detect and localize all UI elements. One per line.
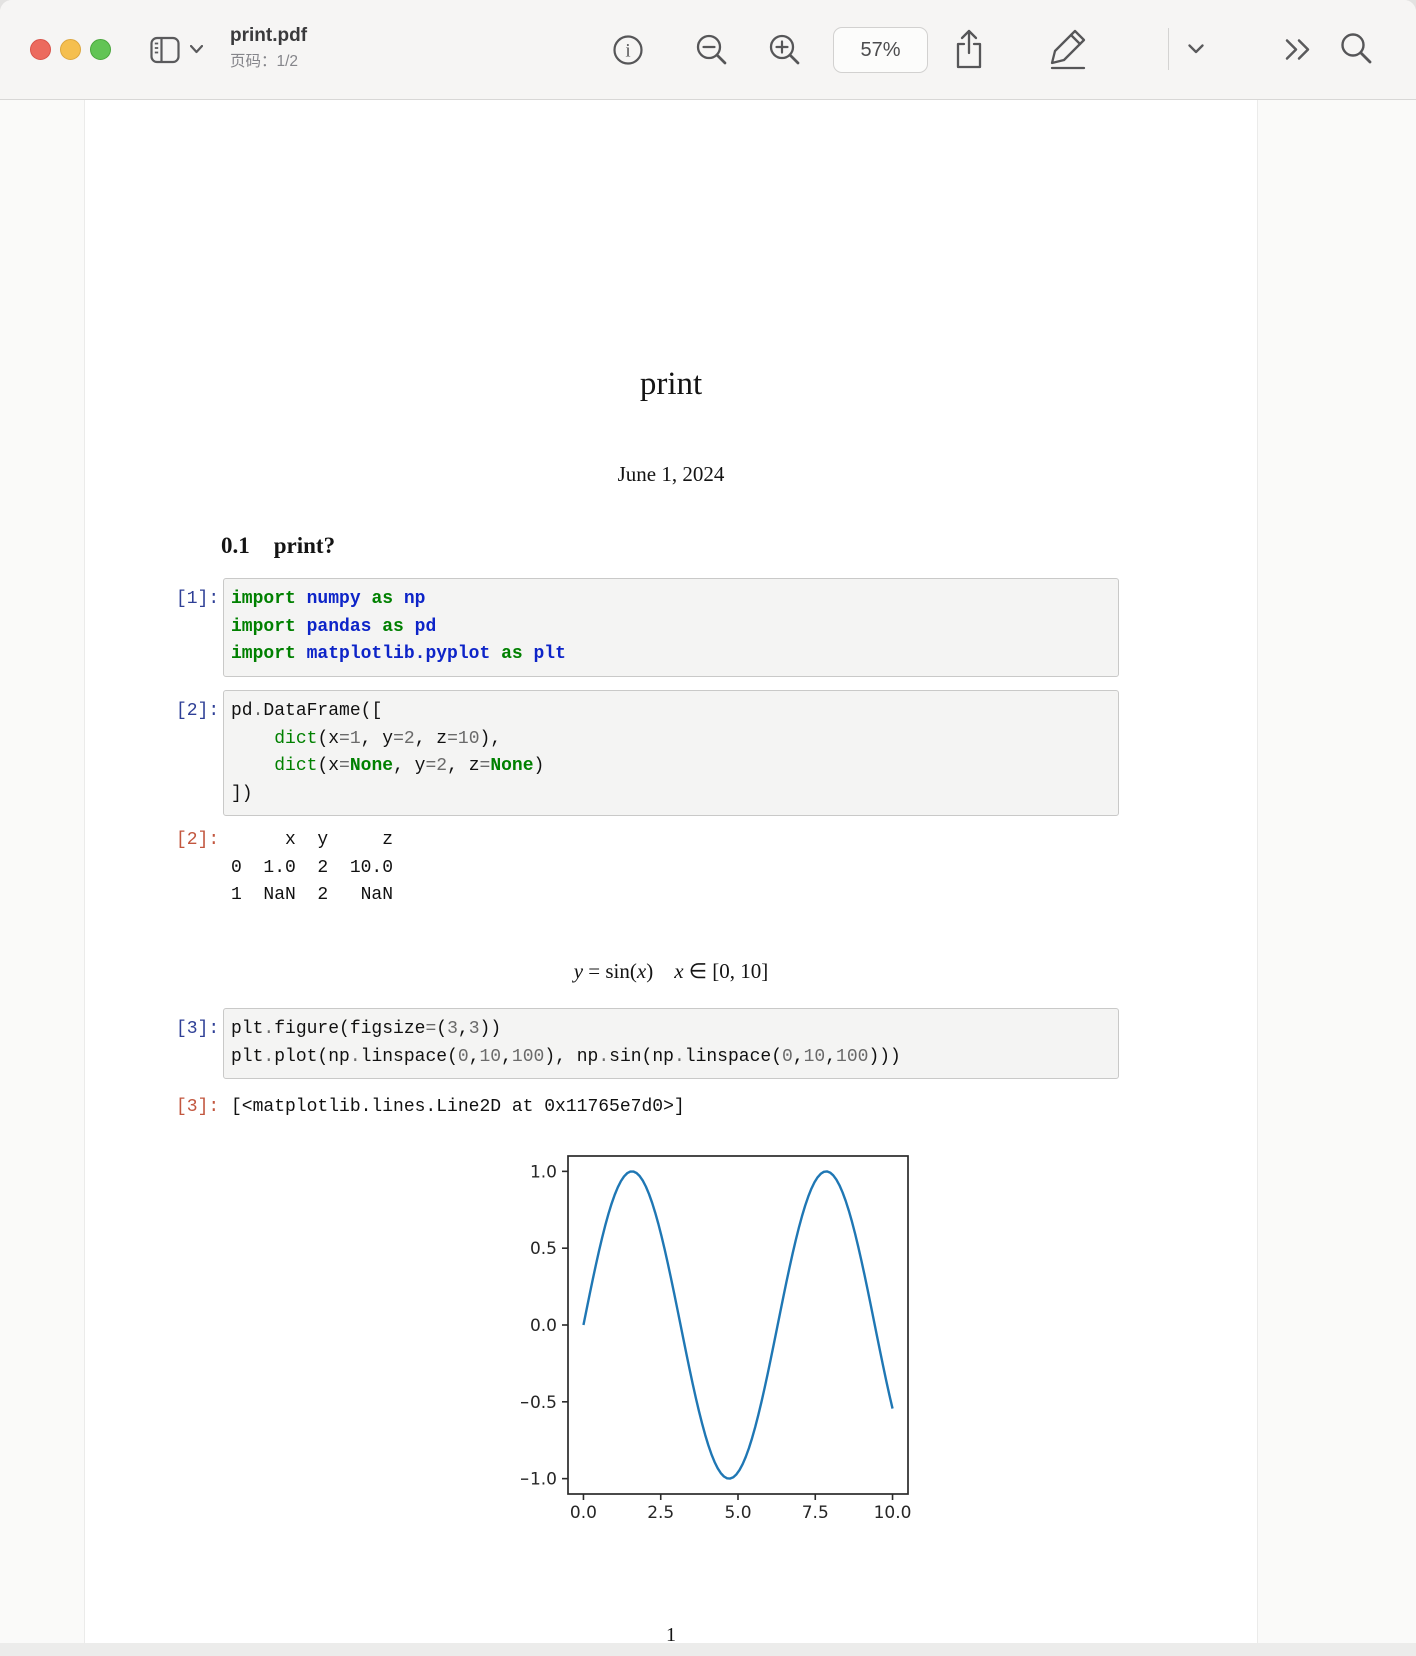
cell-prompt: [2]: bbox=[176, 698, 219, 726]
cell-prompt: [2]: bbox=[176, 827, 219, 855]
code-box: import numpy as npimport pandas as pdimp… bbox=[223, 578, 1119, 677]
zoom-level: 57% bbox=[860, 39, 900, 62]
plot-frame bbox=[568, 1156, 908, 1494]
notebook-cell-input: [1]:import numpy as npimport pandas as p… bbox=[85, 578, 1257, 677]
y-tick-label: −0.5 bbox=[521, 1393, 557, 1413]
more-toolbar-items-button[interactable] bbox=[1283, 38, 1313, 61]
code-box: pd.DataFrame([ dict(x=1, y=2, z=10), dic… bbox=[223, 690, 1119, 816]
share-button[interactable] bbox=[951, 26, 987, 72]
notebook-cell-math: y = sin(x) x ∈ [0, 10] bbox=[85, 956, 1257, 986]
info-icon: i bbox=[625, 41, 630, 62]
info-button[interactable]: i bbox=[608, 30, 648, 70]
document-date: June 1, 2024 bbox=[85, 462, 1257, 487]
zoom-out-button[interactable] bbox=[693, 31, 731, 69]
share-icon bbox=[951, 26, 987, 72]
minimize-button[interactable] bbox=[60, 39, 81, 60]
sine-plot: 0.0 2.5 5.0 7.5 10.0 1.0 0.5 0.0 −0.5 −1.0 bbox=[521, 1150, 921, 1550]
zoom-level-button[interactable]: 57% bbox=[833, 27, 928, 73]
markup-pencil-icon bbox=[1046, 27, 1090, 71]
notebook-cell-input: [3]:plt.figure(figsize=(3,3))plt.plot(np… bbox=[85, 1008, 1257, 1079]
x-tick-label: 5.0 bbox=[724, 1503, 751, 1523]
pdf-page: print June 1, 2024 0.1 print? [1]:import … bbox=[84, 100, 1258, 1656]
y-tick-label: 0.5 bbox=[530, 1239, 557, 1259]
x-tick-label: 7.5 bbox=[802, 1503, 829, 1523]
output-text: x y z0 1.0 2 10.01 NaN 2 NaN bbox=[231, 827, 1257, 910]
y-tick-label: 1.0 bbox=[530, 1162, 557, 1182]
zoom-out-icon bbox=[693, 31, 731, 69]
sidebar-chevron-down-icon[interactable] bbox=[190, 45, 203, 54]
notebook-cell-output: [2]: x y z0 1.0 2 10.01 NaN 2 NaN bbox=[85, 827, 1257, 910]
preview-window: print.pdf 页码：1/2 i 57% bbox=[0, 0, 1416, 1656]
zoom-in-button[interactable] bbox=[766, 31, 804, 69]
sine-line bbox=[583, 1171, 892, 1478]
code-box: plt.figure(figsize=(3,3))plt.plot(np.lin… bbox=[223, 1008, 1119, 1079]
zoom-in-icon bbox=[766, 31, 804, 69]
output-text: [<matplotlib.lines.Line2D at 0x11765e7d0… bbox=[231, 1094, 1257, 1122]
y-tick-label: 0.0 bbox=[530, 1316, 557, 1336]
search-icon bbox=[1339, 31, 1375, 67]
window-title-block: print.pdf 页码：1/2 bbox=[230, 26, 307, 70]
x-tick-label: 10.0 bbox=[874, 1503, 912, 1523]
cell-prompt: [3]: bbox=[176, 1016, 219, 1044]
toolbar-divider bbox=[1168, 28, 1169, 70]
section-title: print? bbox=[274, 533, 335, 558]
x-tick-label: 2.5 bbox=[647, 1503, 674, 1523]
section-heading: 0.1 print? bbox=[221, 533, 335, 559]
notebook-cell-output: [3]: [<matplotlib.lines.Line2D at 0x11765… bbox=[85, 1094, 1257, 1122]
x-tick-label: 0.0 bbox=[570, 1503, 597, 1523]
close-button[interactable] bbox=[30, 39, 51, 60]
cell-prompt: [3]: bbox=[176, 1094, 219, 1122]
window-title: print.pdf bbox=[230, 26, 307, 45]
fullscreen-button[interactable] bbox=[90, 39, 111, 60]
page-number: 1 bbox=[85, 1624, 1257, 1647]
page-indicator: 页码：1/2 bbox=[230, 54, 307, 70]
markup-button[interactable] bbox=[1046, 27, 1090, 71]
chevron-down-icon bbox=[1188, 44, 1204, 55]
search-button[interactable] bbox=[1339, 31, 1375, 67]
double-chevron-more-icon bbox=[1283, 38, 1313, 61]
notebook-cell-input: [2]:pd.DataFrame([ dict(x=1, y=2, z=10),… bbox=[85, 690, 1257, 816]
y-tick-label: −1.0 bbox=[521, 1470, 557, 1490]
document-title: print bbox=[85, 366, 1257, 403]
math-formula: y = sin(x) x ∈ [0, 10] bbox=[85, 956, 1257, 986]
cell-prompt: [1]: bbox=[176, 586, 219, 614]
markup-chevron-button[interactable] bbox=[1188, 44, 1204, 55]
section-number: 0.1 bbox=[221, 533, 250, 558]
sidebar-icon[interactable] bbox=[150, 35, 180, 65]
titlebar: print.pdf 页码：1/2 i 57% bbox=[0, 0, 1416, 100]
